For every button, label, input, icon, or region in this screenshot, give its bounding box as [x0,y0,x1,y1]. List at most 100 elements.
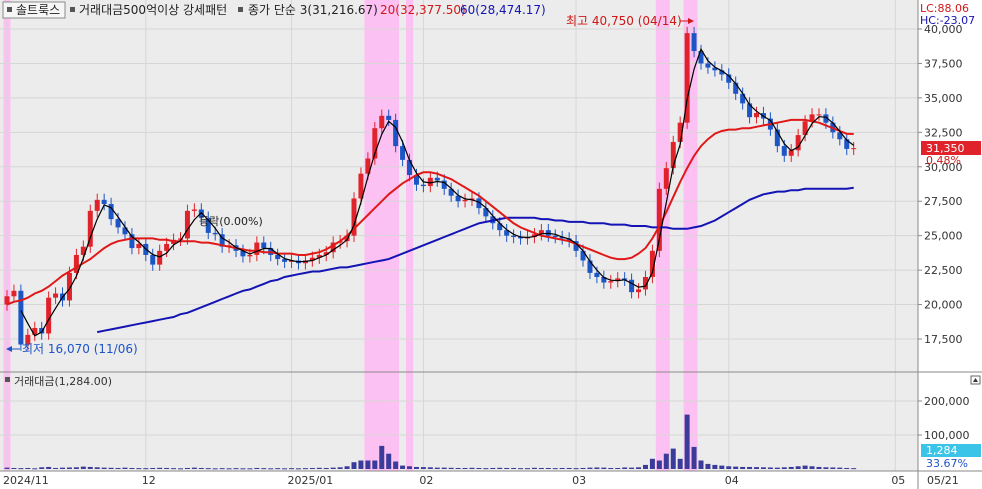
volume-bar [511,467,517,469]
candle-body [247,254,253,257]
volume-bar [198,467,204,469]
volume-bar [393,461,399,469]
candle-body [580,250,586,261]
y-tick-label: 32,500 [924,126,963,139]
legend-marker-icon [5,377,10,382]
x-axis-end-label: 05/21 [927,474,959,487]
y-tick-label: 20,000 [924,299,963,312]
volume-bar [351,462,357,469]
volume-bar [518,468,524,470]
volume-bar [53,467,59,469]
volume-bar [615,467,621,469]
current-volume: 1,284 [926,444,958,457]
volume-bar [365,460,371,469]
volume-bar [309,467,315,469]
volume-bar [705,463,711,469]
chart-canvas: 17,50020,00022,50025,00027,50030,00032,5… [0,0,982,489]
candle-body [386,115,392,120]
volume-bar [400,465,406,469]
stock-chart: 17,500 20,000 22,500 25,000 27,500 30,000 32,5… [0,0,982,489]
volume-bar [73,467,79,469]
volume-bar [164,467,170,469]
candle-body [663,168,669,189]
candle-body [552,235,558,238]
volume-bar [823,467,829,469]
volume-bar [677,458,683,469]
y-tick-label: 17,500 [924,333,963,346]
volume-bar [129,467,135,469]
volume-bar [115,467,121,469]
candle-body [608,281,614,283]
volume-bar [538,467,544,469]
volume-bar [552,468,558,470]
y-tick-label: 35,000 [924,92,963,105]
volume-bar [323,467,329,469]
volume-bar [719,465,725,469]
volume-bar [844,467,850,469]
volume-bar [802,465,808,469]
volume-bar [712,464,718,469]
volume-title: 거래대금(1,284.00) [14,375,112,388]
volume-bar [601,467,607,469]
candle-body [705,63,711,68]
volume-bar [254,467,260,469]
volume-bar [622,467,628,469]
volume-bar [60,467,66,469]
volume-bar [566,467,572,469]
volume-bar [219,468,225,470]
candle-body [254,242,260,255]
volume-bar [94,467,100,469]
volume-bar [455,467,461,469]
volume-bar [18,468,24,470]
volume-bar [379,445,385,469]
volume-bar [774,467,780,469]
volume-bar [261,468,267,470]
volume-bar [122,467,128,469]
candle-body [157,250,163,265]
y-tick-label: 37,500 [924,57,963,70]
volume-bar [525,468,530,470]
volume-bar [545,467,551,469]
volume-bar [434,467,440,469]
volume-bar [469,467,475,469]
low-price-annotation: 최저 16,070 (11/06) [22,342,138,356]
candle-body [851,148,857,150]
volume-bar [656,460,662,469]
volume-bar [462,467,468,469]
x-tick-label: 04 [725,474,739,487]
candle-body [46,297,52,334]
volume-bar [816,466,822,469]
volume-bar [476,467,482,469]
candle-body [393,119,399,147]
candle-body [94,199,100,211]
volume-bar [344,466,350,469]
volume-bar [754,467,760,469]
volume-bar [11,467,17,469]
candle-body [108,203,114,220]
volume-bar [330,467,336,469]
candle-body [636,289,642,293]
volume-bar [316,467,322,469]
volume-bar [205,468,211,470]
volume-bar [559,467,565,469]
x-tick-label: 2024/11 [3,474,49,487]
volume-bar [247,468,253,470]
volume-bar [46,466,52,469]
candle-body [407,159,413,176]
current-change: 0.48% [926,154,961,167]
volume-bar [684,414,690,469]
volume-bar [289,468,295,470]
volume-bar [427,467,433,469]
candle-body [150,254,156,265]
volume-bar [39,467,45,469]
volume-bar [66,467,72,469]
rise-fall-label: 등락(0.00%) [199,215,263,228]
volume-bar [358,460,364,469]
volume-bar [441,467,447,469]
ma20-label: 20(32,377.50) [380,3,466,17]
y-tick-label: 27,500 [924,195,963,208]
volume-bar [726,466,732,469]
volume-bar [80,466,86,469]
volume-bar [275,468,281,470]
volume-bar [233,468,239,470]
